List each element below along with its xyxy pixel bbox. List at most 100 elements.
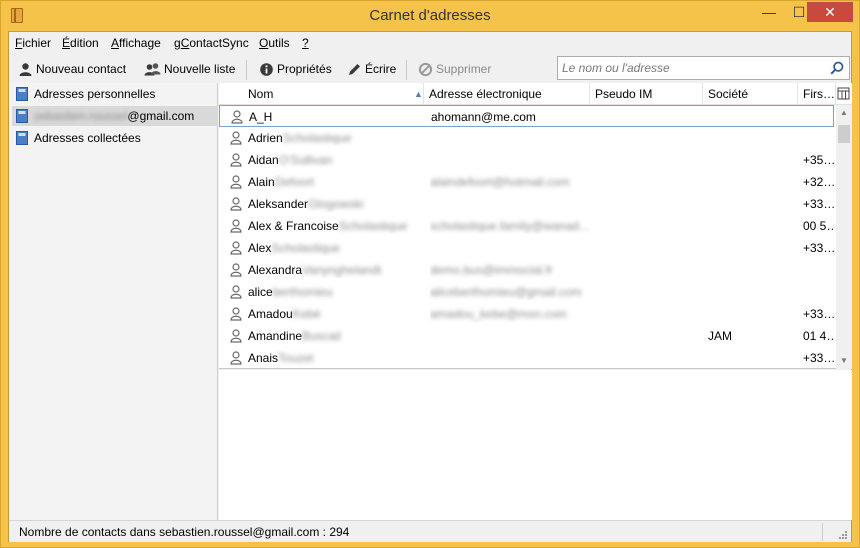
contact-first: +32… xyxy=(803,175,834,189)
menu-gcontactsync[interactable]: gContactSync xyxy=(174,36,249,50)
window-title: Carnet d'adresses xyxy=(369,7,491,24)
contact-company xyxy=(708,174,798,190)
close-button[interactable]: ✕ xyxy=(807,2,853,22)
book-label: Adresses collectées xyxy=(34,131,141,145)
new-list-label: Nouvelle liste xyxy=(164,62,236,76)
contact-first: 00 5… xyxy=(803,219,834,233)
delete-icon xyxy=(418,62,433,77)
contact-row[interactable]: AlexScholastique +33… xyxy=(219,237,834,259)
contact-company xyxy=(708,152,798,168)
contact-row[interactable]: AmandineBuscail JAM 01 4… xyxy=(219,325,834,347)
delete-button[interactable]: Supprimer xyxy=(418,59,491,79)
contact-person-icon xyxy=(230,307,242,321)
contact-row[interactable]: AlexandraVanynghelandt demo.bus@immocial.… xyxy=(219,259,834,281)
contact-details-pane xyxy=(219,370,852,520)
contact-row[interactable]: A_H ahomann@me.com xyxy=(219,105,834,127)
contact-row[interactable]: AlainDefoort alaindefoort@hotmail.com +32… xyxy=(219,171,834,193)
contact-name: AlexandraVanynghelandt xyxy=(248,263,382,277)
new-contact-button[interactable]: Nouveau contact xyxy=(18,59,126,79)
contact-name: AidanO'Sullivan xyxy=(248,153,333,167)
title-bar[interactable]: Carnet d'adresses — ☐ ✕ xyxy=(1,1,859,31)
column-header-company[interactable]: Société xyxy=(703,83,798,105)
column-picker-icon[interactable] xyxy=(837,87,850,100)
contact-person-icon xyxy=(230,263,242,277)
contact-company: JAM xyxy=(708,329,732,343)
contact-name: AdrienScholastique xyxy=(248,131,352,145)
contact-company xyxy=(708,350,798,366)
book-gmail[interactable]: sebastien.roussel@gmail.com xyxy=(12,106,218,126)
address-book-window: Carnet d'adresses — ☐ ✕ Fichier Édition … xyxy=(0,0,860,548)
scroll-thumb[interactable] xyxy=(838,125,850,143)
column-header-im[interactable]: Pseudo IM xyxy=(590,83,703,105)
address-book-icon xyxy=(15,109,29,123)
new-list-button[interactable]: Nouvelle liste xyxy=(144,59,235,79)
minimize-button[interactable]: — xyxy=(754,2,784,22)
search-input[interactable] xyxy=(558,57,818,79)
contact-email: scholastique.family@wanad… xyxy=(430,219,590,233)
contact-person-icon xyxy=(230,219,242,233)
contact-first: +33… xyxy=(803,197,834,211)
book-label: sebastien.roussel@gmail.com xyxy=(34,109,195,123)
contact-name: A_H xyxy=(249,110,273,124)
contact-first: +35… xyxy=(803,153,834,167)
contact-first: +33… xyxy=(803,307,834,321)
contact-name: AlainDefoort xyxy=(248,175,315,189)
contact-name: AnaisTouzet xyxy=(248,351,314,365)
contact-first: +33… xyxy=(803,241,834,255)
search-icon[interactable] xyxy=(830,61,844,75)
book-label: Adresses personnelles xyxy=(34,87,156,101)
contact-company xyxy=(708,284,798,300)
search-box[interactable] xyxy=(557,56,850,80)
book-personal[interactable]: Adresses personnelles xyxy=(12,84,155,104)
contact-person-icon xyxy=(231,110,243,124)
contact-first xyxy=(803,284,834,300)
contact-name: aliceberthomieu xyxy=(248,285,333,299)
write-button[interactable]: Écrire xyxy=(347,59,396,79)
vertical-scrollbar[interactable]: ▲ ▼ xyxy=(836,105,852,369)
resize-grip-icon[interactable] xyxy=(838,529,848,539)
column-header-email[interactable]: Adresse électronique xyxy=(424,83,590,105)
address-book-icon xyxy=(15,87,29,101)
menu-outils[interactable]: Outils xyxy=(259,36,290,50)
menu-edition[interactable]: Édition xyxy=(62,36,99,50)
contact-row[interactable]: aliceberthomieu aliceberthomieu@gmail.com xyxy=(219,281,834,303)
column-header-name[interactable]: Nom xyxy=(219,83,424,105)
scroll-down-icon[interactable]: ▼ xyxy=(836,353,852,369)
contact-name: AlexScholastique xyxy=(248,241,341,255)
contact-company xyxy=(708,196,798,212)
contact-row[interactable]: Alex & FrancoiseScholastique scholastique… xyxy=(219,215,834,237)
toolbar: Nouveau contact Nouvelle liste Propriété… xyxy=(9,55,851,83)
contact-person-icon xyxy=(230,131,242,145)
contact-name: AmandineBuscail xyxy=(248,329,341,343)
contact-name: AmadouKebé xyxy=(248,307,321,321)
menu-fichier[interactable]: Fichier xyxy=(15,36,51,50)
contact-person-icon xyxy=(230,241,242,255)
contact-email: amadou_kebe@msn.com xyxy=(430,307,567,321)
contact-email: aliceberthomieu@gmail.com xyxy=(430,285,582,299)
contact-count-status: Nombre de contacts dans sebastien.rousse… xyxy=(19,525,350,539)
contact-person-icon xyxy=(230,329,242,343)
contact-person-icon xyxy=(230,197,242,211)
contact-name: AleksanderGlogowski xyxy=(248,197,364,211)
contact-company xyxy=(708,306,798,322)
contact-rows: A_H ahomann@me.com AdrienScholastique Aidan… xyxy=(219,105,836,369)
contact-row[interactable]: AdrienScholastique xyxy=(219,127,834,149)
toolbar-separator xyxy=(246,60,247,80)
properties-label: Propriétés xyxy=(277,62,332,76)
address-books-pane: Adresses personnelles sebastien.roussel@… xyxy=(9,83,218,520)
contacts-list: Nom ▲ Adresse électronique Pseudo IM Soc… xyxy=(219,83,852,369)
contact-row[interactable]: AmadouKebé amadou_kebe@msn.com +33… xyxy=(219,303,834,325)
contact-row[interactable]: AidanO'Sullivan +35… xyxy=(219,149,834,171)
contact-first xyxy=(804,109,835,125)
contact-row[interactable]: AnaisTouzet +33… xyxy=(219,347,834,369)
scroll-up-icon[interactable]: ▲ xyxy=(836,105,852,121)
properties-button[interactable]: Propriétés xyxy=(259,59,332,79)
menu-affichage[interactable]: Affichage xyxy=(111,36,161,50)
contact-person-icon xyxy=(230,285,242,299)
new-contact-label: Nouveau contact xyxy=(36,62,127,76)
column-header-first[interactable]: Firs… xyxy=(798,83,836,105)
contact-person-icon xyxy=(230,153,242,167)
contact-row[interactable]: AleksanderGlogowski +33… xyxy=(219,193,834,215)
book-collected[interactable]: Adresses collectées xyxy=(12,128,141,148)
menu-help[interactable]: ? xyxy=(302,36,309,50)
